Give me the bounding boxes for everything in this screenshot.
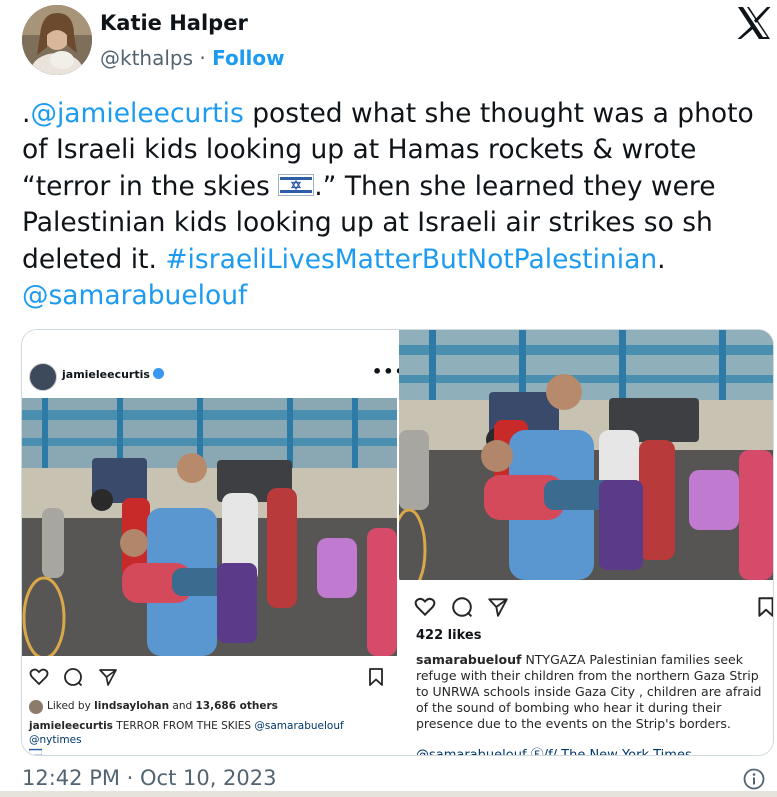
liked-by-avatar: [29, 700, 43, 714]
follow-button[interactable]: Follow: [212, 46, 285, 70]
comment-icon[interactable]: [451, 596, 473, 618]
caption-right-user[interactable]: samarabuelouf: [416, 652, 521, 667]
photo-right[interactable]: [399, 330, 773, 580]
caption-left-text: TERROR FROM THE SKIES: [112, 720, 255, 732]
caption-left: jamieleecurtis TERROR FROM THE SKIES @sa…: [28, 719, 389, 755]
instagram-post-right[interactable]: 422 likes samarabuelouf NTYGAZA Palestin…: [399, 330, 773, 755]
cut-off-caption-line: @samarabuelouf Ⓕ/f/ The New York Times: [416, 748, 692, 756]
caption-right: samarabuelouf NTYGAZA Palestinian famili…: [416, 652, 771, 732]
author-name[interactable]: Katie Halper: [100, 11, 248, 35]
info-icon[interactable]: [743, 768, 765, 790]
author-handle[interactable]: @kthalps: [100, 46, 193, 70]
comment-icon[interactable]: [63, 667, 83, 687]
verified-badge-icon: [152, 368, 164, 379]
caption-left-user[interactable]: jamieleecurtis: [29, 720, 113, 732]
israel-flag-emoji: [278, 173, 315, 196]
mention-jamieleecurtis[interactable]: @jamieleecurtis: [30, 98, 243, 129]
handle-separator: ·: [199, 46, 206, 70]
bottom-edge-strip: [0, 791, 777, 797]
heart-icon[interactable]: [414, 596, 436, 618]
liked-by-user[interactable]: lindsaylohan: [94, 700, 169, 712]
tweet-timestamp[interactable]: 12:42 PM · Oct 10, 2023: [22, 766, 277, 790]
bookmark-icon[interactable]: [756, 596, 774, 618]
share-icon[interactable]: [487, 596, 509, 618]
author-avatar[interactable]: [22, 5, 92, 75]
hashtag-link[interactable]: #israeliLivesMatterButNotPalestinian: [165, 244, 657, 275]
liked-by-count[interactable]: 13,686 others: [196, 700, 278, 712]
tweet-text-period: .: [657, 243, 666, 275]
bookmark-icon[interactable]: [367, 667, 385, 687]
tweet-text: .@jamieleecurtis posted what she thought…: [22, 96, 767, 314]
israel-flag-emoji: [28, 747, 43, 755]
liked-by-mid: and: [169, 700, 196, 712]
share-icon[interactable]: [98, 667, 118, 687]
photo-left[interactable]: [22, 398, 397, 656]
tweet-media[interactable]: jamieleecurtis ••• Liked by lindsaylohan…: [21, 329, 774, 756]
author-handle-row: @kthalps · Follow: [100, 46, 285, 70]
liked-by-text: Liked by lindsaylohan and 13,686 others: [47, 700, 278, 712]
ig-user-avatar-left: [29, 363, 57, 391]
caption-left-tag-2[interactable]: @nytimes: [29, 734, 82, 746]
ig-username-left-text: jamieleecurtis: [62, 368, 150, 381]
mention-samarabuelouf[interactable]: @samarabuelouf: [22, 280, 247, 311]
ig-username-left[interactable]: jamieleecurtis: [62, 368, 164, 381]
heart-icon[interactable]: [29, 667, 49, 687]
x-logo-icon[interactable]: [736, 6, 772, 40]
caption-left-tag-1[interactable]: @samarabuelouf: [254, 720, 343, 732]
like-count[interactable]: 422 likes: [416, 628, 481, 643]
instagram-post-left[interactable]: jamieleecurtis ••• Liked by lindsaylohan…: [22, 330, 405, 755]
liked-by-prefix: Liked by: [47, 700, 95, 712]
